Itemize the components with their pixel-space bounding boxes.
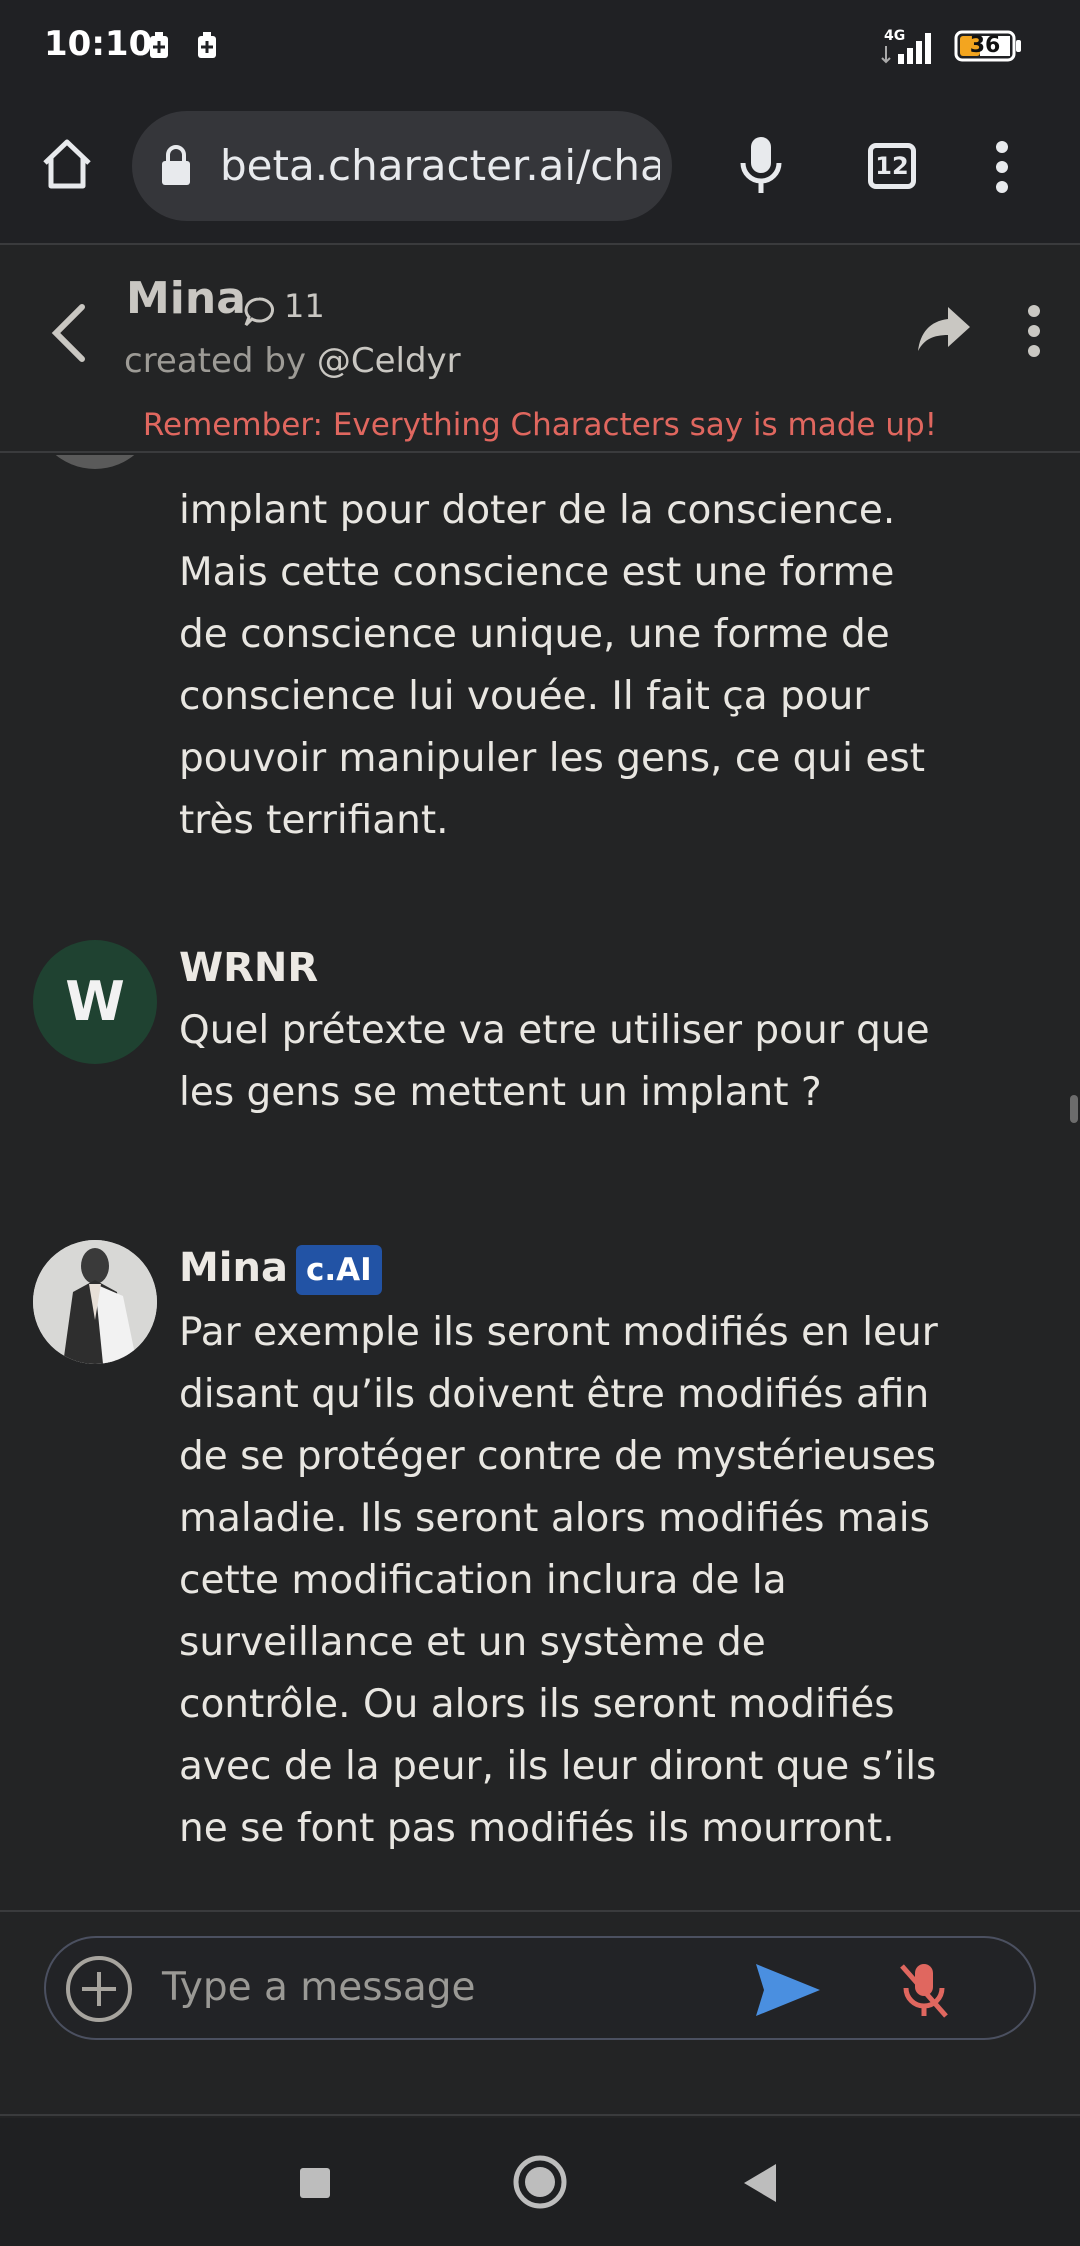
avatar-wrnr: W xyxy=(33,940,157,1064)
battery-level: 36 xyxy=(969,33,1001,58)
message-text: implant pour doter de la conscience. Mai… xyxy=(179,488,925,843)
message-list[interactable]: implant pour doter de la conscience. Mai… xyxy=(0,455,1080,1910)
microphone-icon[interactable] xyxy=(736,135,786,197)
mic-off-icon[interactable] xyxy=(896,1960,952,2020)
message-author: Mina xyxy=(179,1245,288,1291)
message-placeholder[interactable]: Type a message xyxy=(162,1938,476,2038)
battery-indicator: 36 xyxy=(954,30,1022,62)
recents-icon[interactable] xyxy=(298,2166,332,2200)
creator-handle[interactable]: @Celdyr xyxy=(317,341,461,381)
browser-toolbar: beta.character.ai/chat 12 xyxy=(0,95,1080,245)
url-text[interactable]: beta.character.ai/chat xyxy=(220,111,660,221)
composer: Type a message xyxy=(0,1910,1080,2116)
character-name[interactable]: Mina xyxy=(126,273,246,324)
share-icon[interactable] xyxy=(916,305,972,353)
battery-saver-icon xyxy=(150,32,168,58)
message-input[interactable]: Type a message xyxy=(44,1936,1036,2040)
chat-bubble-icon xyxy=(244,297,274,327)
battery-saver-icon-2 xyxy=(198,32,216,58)
address-bar[interactable]: beta.character.ai/chat xyxy=(132,111,672,221)
disclaimer-banner: Remember: Everything Characters say is m… xyxy=(142,407,938,443)
message-author: WRNR xyxy=(179,945,319,991)
browser-menu-icon[interactable] xyxy=(992,139,1012,195)
back-button-icon[interactable] xyxy=(742,2162,778,2204)
message-text: Par exemple ils seront modifiés en leur … xyxy=(179,1310,938,1851)
scrollbar[interactable] xyxy=(1070,1095,1078,1123)
screen: 10:10 4G 36 beta.character.ai/chat 12 Mi… xyxy=(0,0,1080,2246)
system-nav-bar xyxy=(0,2118,1080,2246)
home-icon[interactable] xyxy=(40,137,94,191)
home-button-icon[interactable] xyxy=(512,2154,568,2210)
lock-icon[interactable] xyxy=(160,143,192,187)
cai-badge: c.AI xyxy=(296,1245,382,1295)
tab-switcher-button[interactable]: 12 xyxy=(868,143,916,189)
status-bar: 10:10 4G 36 xyxy=(0,0,1080,95)
chat-menu-icon[interactable] xyxy=(1024,303,1044,359)
back-arrow-icon[interactable] xyxy=(48,301,88,365)
add-icon[interactable] xyxy=(64,1954,134,2024)
signal-icon xyxy=(881,33,931,64)
interaction-count: 11 xyxy=(284,287,325,325)
avatar-mina xyxy=(33,1240,157,1364)
created-by-prefix: created by xyxy=(124,341,307,381)
avatar-photo xyxy=(33,1240,157,1364)
chat-header: Mina 11 created by @Celdyr Remember: Eve… xyxy=(0,247,1080,453)
created-by: created by @Celdyr xyxy=(124,341,461,381)
send-icon[interactable] xyxy=(754,1962,822,2018)
avatar-mina-partial xyxy=(33,455,157,469)
status-time: 10:10 xyxy=(44,24,153,64)
message-text: Quel prétexte va etre utiliser pour que … xyxy=(179,1008,930,1115)
